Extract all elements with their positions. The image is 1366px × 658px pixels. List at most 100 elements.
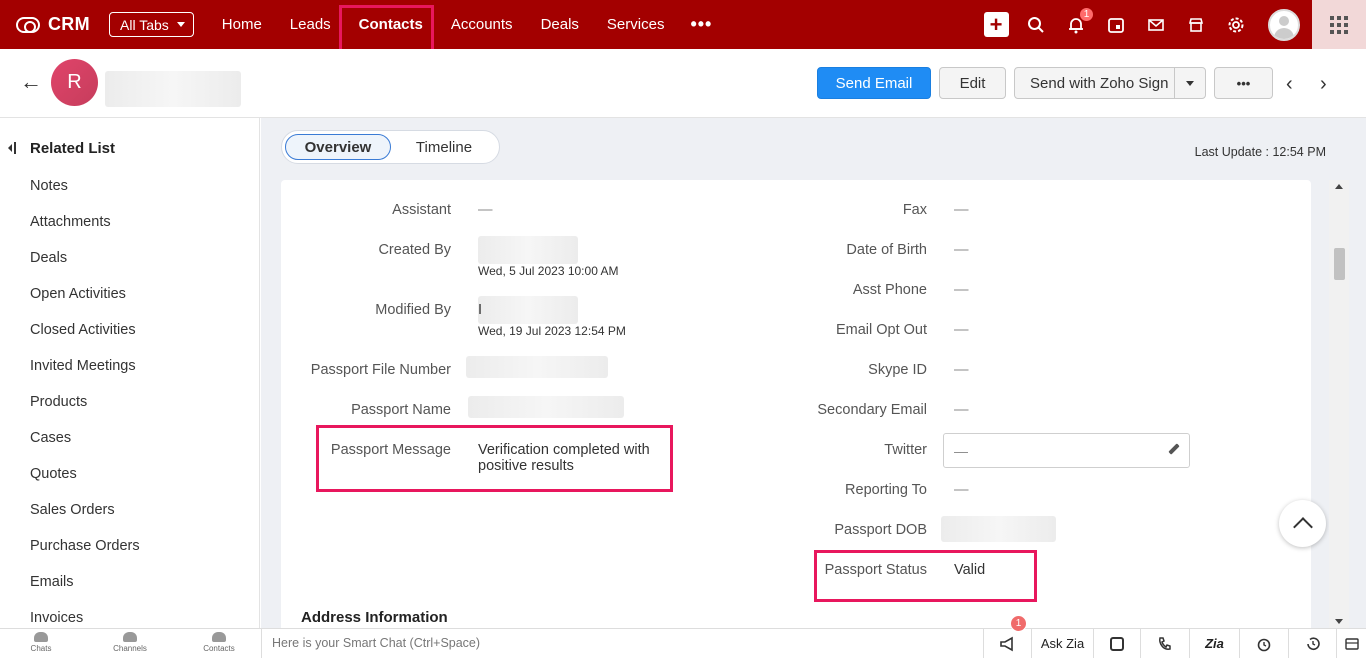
zia-insights-button[interactable] [1093, 629, 1140, 658]
next-record-icon[interactable]: › [1320, 73, 1327, 96]
contact-person-icon [212, 632, 226, 642]
scroll-to-top-button[interactable] [1279, 500, 1326, 547]
related-list-item-invoices[interactable]: Invoices [30, 610, 140, 628]
related-list-item-purchase-orders[interactable]: Purchase Orders [30, 538, 140, 574]
calendar-icon [1108, 17, 1124, 33]
passport-message-value[interactable]: Verification completed with positive res… [478, 442, 668, 474]
email-opt-out-value[interactable]: — [954, 322, 969, 338]
gear-icon [1228, 17, 1244, 32]
nav-contacts[interactable]: Contacts [345, 0, 437, 49]
alarm-button[interactable] [1239, 629, 1288, 658]
scroll-down-arrow-icon[interactable] [1335, 619, 1343, 624]
address-information-heading: Address Information [301, 609, 448, 626]
plus-icon: + [983, 12, 1009, 37]
passport-status-value[interactable]: Valid [954, 562, 985, 578]
store-icon [1188, 17, 1204, 32]
mail-icon [1148, 18, 1164, 31]
related-list-item-products[interactable]: Products [30, 394, 140, 430]
secondary-email-value[interactable]: — [954, 402, 969, 418]
phone-icon [1159, 636, 1171, 650]
smart-chat-input[interactable]: Here is your Smart Chat (Ctrl+Space) [261, 629, 983, 658]
reporting-to-label: Reporting To [845, 482, 927, 498]
contacts-chat-button[interactable]: Contacts [189, 632, 249, 653]
calendar-button[interactable] [1096, 0, 1136, 49]
related-list-item-deals[interactable]: Deals [30, 250, 140, 286]
vertical-scrollbar[interactable] [1329, 180, 1349, 628]
related-list-sidebar: Related List Notes Attachments Deals Ope… [0, 118, 260, 628]
nav-services[interactable]: Services [593, 0, 679, 49]
alarm-clock-icon [1257, 638, 1271, 651]
date-of-birth-label: Date of Birth [846, 242, 927, 258]
twitter-label: Twitter [884, 442, 927, 458]
nav-home[interactable]: Home [208, 0, 276, 49]
mail-button[interactable] [1136, 0, 1176, 49]
related-list-item-invited-meetings[interactable]: Invited Meetings [30, 358, 140, 394]
nav-accounts[interactable]: Accounts [437, 0, 527, 49]
create-button[interactable]: + [976, 0, 1016, 49]
send-email-button[interactable]: Send Email [817, 67, 931, 99]
previous-record-icon[interactable]: ‹ [1286, 73, 1293, 96]
zia-button[interactable]: Zia [1189, 629, 1239, 658]
skype-id-value[interactable]: — [954, 362, 969, 378]
view-tabs: Overview Timeline [281, 130, 500, 164]
fax-value[interactable]: — [954, 202, 969, 218]
chats-button[interactable]: Chats [11, 632, 71, 653]
crm-logo[interactable]: CRM [16, 14, 109, 35]
all-tabs-dropdown[interactable]: All Tabs [109, 12, 194, 37]
marketplace-button[interactable] [1176, 0, 1216, 49]
scroll-up-arrow-icon[interactable] [1335, 184, 1343, 189]
related-list-item-cases[interactable]: Cases [30, 430, 140, 466]
related-list-item-quotes[interactable]: Quotes [30, 466, 140, 502]
more-actions-button[interactable]: ••• [1214, 67, 1273, 99]
details-card: Assistant — Created By Wed, 5 Jul 2023 1… [281, 180, 1311, 628]
notifications-button[interactable]: 1 [1056, 0, 1096, 49]
related-list-item-attachments[interactable]: Attachments [30, 214, 140, 250]
chevron-down-icon[interactable] [1186, 81, 1194, 86]
last-update-text: Last Update : 12:54 PM [1194, 145, 1326, 159]
related-list-title: Related List [30, 140, 116, 157]
related-list-item-open-activities[interactable]: Open Activities [30, 286, 140, 322]
edit-button[interactable]: Edit [939, 67, 1006, 99]
related-list-item-emails[interactable]: Emails [30, 574, 140, 610]
twitter-input[interactable]: — [943, 433, 1190, 468]
pencil-icon[interactable] [1168, 444, 1180, 456]
phone-button[interactable] [1140, 629, 1189, 658]
notification-badge: 1 [1079, 7, 1094, 22]
related-list-item-closed-activities[interactable]: Closed Activities [30, 322, 140, 358]
send-with-zoho-sign-button[interactable]: Send with Zoho Sign [1014, 67, 1206, 99]
all-tabs-label: All Tabs [120, 16, 169, 33]
nav-more-button[interactable]: ••• [678, 0, 724, 49]
channels-button[interactable]: Channels [100, 632, 160, 653]
ask-zia-button[interactable]: Ask Zia [1031, 629, 1093, 658]
secondary-email-label: Secondary Email [817, 402, 927, 418]
assistant-label: Assistant [392, 202, 451, 218]
more-tools-button[interactable] [1336, 629, 1366, 658]
nav-deals[interactable]: Deals [527, 0, 593, 49]
fax-label: Fax [902, 202, 927, 218]
settings-button[interactable] [1216, 0, 1256, 49]
channels-icon [123, 632, 137, 642]
logo-text: CRM [48, 14, 90, 34]
bottom-bar: Chats Channels Contacts Here is your Sma… [0, 628, 1366, 658]
recent-history-button[interactable] [1288, 629, 1336, 658]
asst-phone-value[interactable]: — [954, 282, 969, 298]
collapse-sidebar-icon[interactable] [8, 142, 16, 154]
nav-leads[interactable]: Leads [276, 0, 345, 49]
apps-button[interactable] [1312, 0, 1366, 49]
related-list-item-notes[interactable]: Notes [30, 178, 140, 214]
scrollbar-thumb[interactable] [1334, 248, 1345, 280]
contact-name-redacted [105, 71, 241, 107]
back-arrow-icon[interactable]: ← [20, 69, 42, 95]
tab-timeline[interactable]: Timeline [394, 134, 494, 160]
reporting-to-value[interactable]: — [954, 482, 969, 498]
skype-id-label: Skype ID [868, 362, 927, 378]
announcements-button[interactable] [983, 629, 1031, 658]
assistant-value[interactable]: — [478, 202, 493, 218]
related-list-item-sales-orders[interactable]: Sales Orders [30, 502, 140, 538]
tab-overview[interactable]: Overview [285, 134, 391, 160]
date-of-birth-value[interactable]: — [954, 242, 969, 258]
user-avatar[interactable] [1268, 8, 1300, 41]
zoho-logo-icon [16, 16, 40, 33]
search-button[interactable] [1016, 0, 1056, 49]
announcements-badge: 1 [1010, 615, 1027, 632]
